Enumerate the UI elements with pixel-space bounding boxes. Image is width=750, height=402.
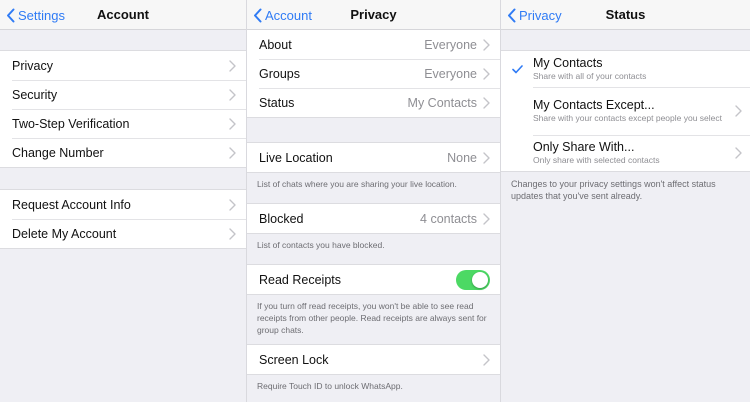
item-value: None [447, 150, 477, 165]
account-screen: Settings Account Privacy Security Two-St… [0, 0, 246, 402]
option-subtitle: Only share with selected contacts [533, 155, 660, 165]
live-location-note: List of chats where you are sharing your… [257, 179, 457, 189]
item-label: About [259, 37, 292, 52]
account-item-privacy[interactable]: Privacy [0, 51, 246, 80]
option-subtitle: Share with your contacts except people y… [533, 113, 722, 123]
live-location-group: Live Location None [247, 142, 500, 173]
option-title: My Contacts [533, 56, 603, 70]
chevron-right-icon [229, 117, 236, 130]
page-title: Status [605, 7, 646, 22]
chevron-right-icon [229, 146, 236, 159]
chevron-right-icon [483, 212, 490, 225]
checkmark-icon [511, 64, 523, 73]
privacy-item-live-location[interactable]: Live Location None [247, 143, 500, 172]
item-label: Request Account Info [12, 197, 131, 212]
account-data-group: Request Account Info Delete My Account [0, 189, 246, 249]
item-label: Status [259, 95, 295, 110]
chevron-right-icon [229, 88, 236, 101]
account-item-two-step-verification[interactable]: Two-Step Verification [0, 109, 246, 138]
chevron-right-icon [229, 59, 236, 72]
read-receipts-note: If you turn off read receipts, you won't… [257, 301, 487, 335]
item-label: Delete My Account [12, 226, 117, 241]
item-value: 4 contacts [420, 211, 477, 226]
privacy-item-groups[interactable]: Groups Everyone [247, 59, 500, 88]
screen-lock-note: Require Touch ID to unlock WhatsApp. [257, 381, 403, 391]
visibility-group: About Everyone Groups Everyone Status My… [247, 30, 500, 118]
chevron-right-icon [483, 353, 490, 366]
item-label: Read Receipts [259, 272, 341, 287]
chevron-right-icon [483, 38, 490, 51]
item-label: Groups [259, 66, 300, 81]
privacy-item-read-receipts: Read Receipts [247, 265, 500, 294]
chevron-right-icon [735, 147, 742, 159]
blocked-group: Blocked 4 contacts [247, 203, 500, 234]
privacy-item-status[interactable]: Status My Contacts [247, 88, 500, 117]
account-item-security[interactable]: Security [0, 80, 246, 109]
chevron-right-icon [483, 67, 490, 80]
blocked-note: List of contacts you have blocked. [257, 240, 385, 250]
item-label: Change Number [12, 145, 104, 160]
page-title: Privacy [350, 7, 397, 22]
navbar: Settings Account [0, 0, 246, 30]
status-note: Changes to your privacy settings won't a… [511, 179, 716, 201]
privacy-item-screen-lock[interactable]: Screen Lock [247, 345, 500, 374]
item-value: Everyone [424, 37, 477, 52]
item-label: Two-Step Verification [12, 116, 130, 131]
item-value: My Contacts [407, 95, 477, 110]
privacy-item-blocked[interactable]: Blocked 4 contacts [247, 204, 500, 233]
navbar: Account Privacy [247, 0, 500, 30]
item-label: Screen Lock [259, 352, 329, 367]
account-item-change-number[interactable]: Change Number [0, 138, 246, 167]
status-option-my-contacts[interactable]: My Contacts Share with all of your conta… [501, 51, 750, 87]
privacy-screen: Account Privacy About Everyone Groups Ev… [246, 0, 500, 402]
toggle-knob [472, 271, 488, 288]
account-item-delete-account[interactable]: Delete My Account [0, 219, 246, 248]
option-subtitle: Share with all of your contacts [533, 71, 647, 81]
chevron-right-icon [483, 96, 490, 109]
item-label: Privacy [12, 58, 53, 73]
status-option-contacts-except[interactable]: My Contacts Except... Share with your co… [501, 87, 750, 135]
page-title: Account [97, 7, 149, 22]
navbar: Privacy Status [501, 0, 750, 30]
option-title: My Contacts Except... [533, 98, 655, 112]
read-receipts-group: Read Receipts [247, 264, 500, 295]
status-screen: Privacy Status My Contacts Share with al… [500, 0, 750, 402]
account-options-group: Privacy Security Two-Step Verification C… [0, 50, 246, 168]
read-receipts-toggle[interactable] [456, 269, 490, 290]
chevron-right-icon [735, 105, 742, 117]
option-title: Only Share With... [533, 140, 635, 154]
item-label: Blocked [259, 211, 304, 226]
chevron-right-icon [229, 227, 236, 240]
status-options-group: My Contacts Share with all of your conta… [501, 50, 750, 172]
item-label: Security [12, 87, 58, 102]
status-option-only-share-with[interactable]: Only Share With... Only share with selec… [501, 135, 750, 171]
screen-lock-group: Screen Lock [247, 344, 500, 375]
account-item-request-info[interactable]: Request Account Info [0, 190, 246, 219]
item-value: Everyone [424, 66, 477, 81]
privacy-item-about[interactable]: About Everyone [247, 30, 500, 59]
chevron-right-icon [229, 198, 236, 211]
item-label: Live Location [259, 150, 333, 165]
chevron-right-icon [483, 151, 490, 164]
